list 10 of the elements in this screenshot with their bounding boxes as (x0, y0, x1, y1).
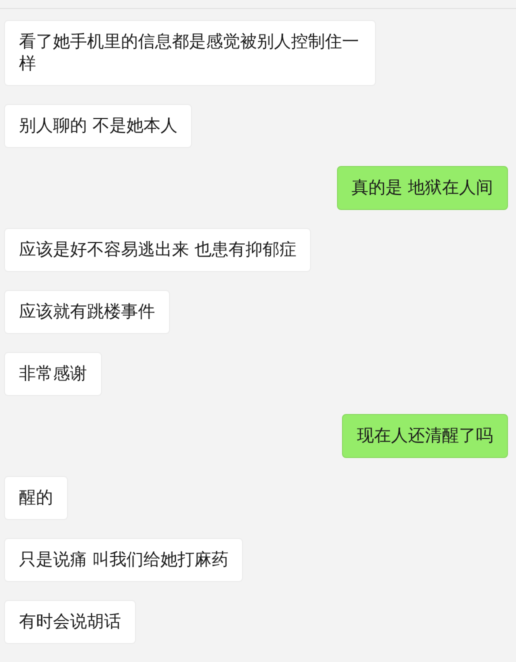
received-message: 应该就有跳楼事件 (4, 290, 170, 334)
received-message: 醒的 (4, 476, 68, 520)
sent-message: 真的是 地狱在人间 (336, 166, 508, 210)
received-message: 看了她手机里的信息都是感觉被别人控制住一样 (4, 20, 376, 86)
received-message: 别人聊的 不是她本人 (4, 104, 192, 148)
received-message: 应该是好不容易逃出来 也患有抑郁症 (4, 228, 312, 272)
received-message: 非常感谢 (4, 352, 102, 396)
received-message: 只是说痛 叫我们给她打麻药 (4, 538, 244, 582)
received-message: 有时会说胡话 (4, 600, 136, 644)
sent-message: 现在人还清醒了吗 (342, 414, 508, 458)
